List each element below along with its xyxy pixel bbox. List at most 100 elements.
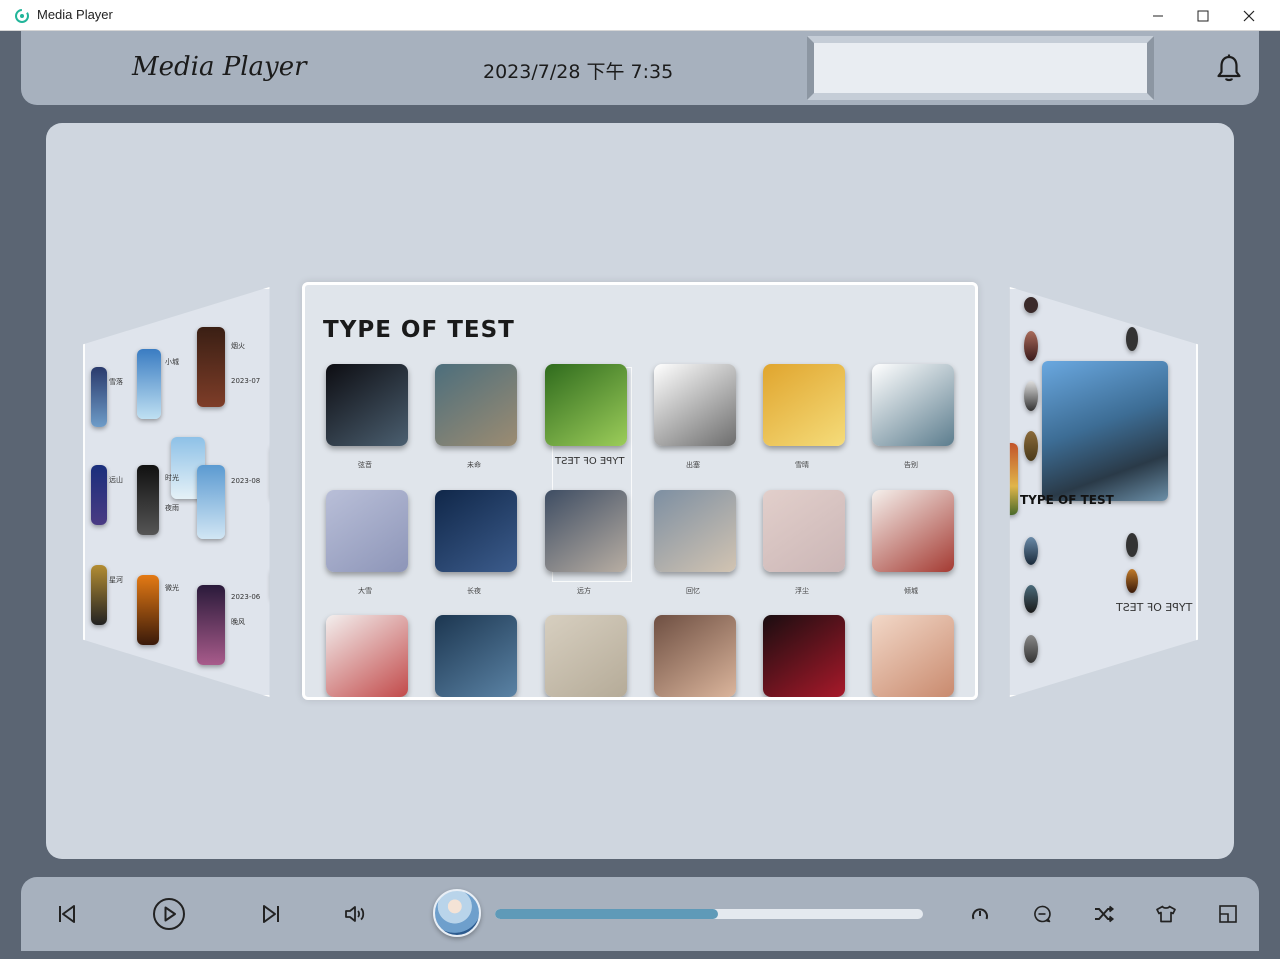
window-resize-icon <box>1219 905 1237 923</box>
album-cover[interactable] <box>763 490 845 572</box>
right-album-tile <box>1126 327 1138 351</box>
album-cover[interactable] <box>654 490 736 572</box>
app-name: Media Player <box>132 52 307 82</box>
album-cover[interactable] <box>872 615 954 697</box>
maximize-icon <box>1197 10 1209 21</box>
left-mirrored-label: TYPE OF TEST <box>261 541 269 559</box>
album-caption: 浮尘 <box>795 587 809 595</box>
skip-next-icon <box>263 905 279 923</box>
volume-button[interactable] <box>341 899 369 929</box>
left-mirrored-label: TYPE OF TEST <box>261 401 269 419</box>
carousel-panel-main[interactable]: TYPE OF TEST 弦音 未命 出塞 雪晴 告别 大雪 长夜 远方 回忆 浮尘 倾城 TYPE… <box>302 282 978 700</box>
left-album-tile <box>91 367 107 427</box>
carousel-stage: 雪落 小城 烟火 2023-07 远山 时光 2023-08 星河 微光 202… <box>46 123 1234 859</box>
now-playing-cover[interactable] <box>433 889 481 937</box>
album-caption: 远方 <box>577 587 591 595</box>
window-title: Media Player <box>37 7 113 22</box>
album-cover[interactable] <box>654 364 736 446</box>
left-album-tile <box>91 465 107 525</box>
album-cover[interactable] <box>763 615 845 697</box>
right-mirrored-label: TYPE OF TEST <box>1116 601 1193 614</box>
album-cover[interactable] <box>545 364 627 446</box>
left-album-tile <box>137 465 159 535</box>
album-cover[interactable] <box>326 490 408 572</box>
right-album-tile <box>1009 443 1018 515</box>
right-album-tile <box>1024 635 1038 663</box>
search-input[interactable] <box>807 36 1154 100</box>
next-button[interactable] <box>257 899 285 929</box>
album-cover[interactable] <box>872 490 954 572</box>
left-panel-text: 雪落 <box>109 378 123 386</box>
datetime-display: 2023/7/28 下午 7:35 <box>483 61 674 83</box>
left-album-tile <box>197 465 225 539</box>
mirrored-label: TYPE OF TEST <box>555 456 625 467</box>
album-caption: 告别 <box>904 461 918 469</box>
right-panel-label: TYPE OF TEST <box>1020 493 1114 507</box>
left-panel-text: 烟火 <box>231 342 245 350</box>
album-cover[interactable] <box>763 364 845 446</box>
album-caption: 弦音 <box>358 461 372 469</box>
close-button[interactable] <box>1226 0 1272 31</box>
previous-button[interactable] <box>53 899 81 929</box>
left-panel-text: 2023-07 <box>231 377 261 385</box>
right-album-tile <box>1126 569 1138 593</box>
album-cover[interactable] <box>435 615 517 697</box>
play-icon <box>153 898 185 930</box>
left-album-tile <box>91 565 107 625</box>
play-button[interactable] <box>151 896 187 932</box>
album-cover[interactable] <box>545 490 627 572</box>
album-caption: 未命 <box>467 461 481 469</box>
right-album-tile <box>1024 297 1038 313</box>
speedometer-icon <box>972 908 988 920</box>
shuffle-button[interactable] <box>1091 901 1117 927</box>
carousel-panel-left[interactable]: 雪落 小城 烟火 2023-07 远山 时光 2023-08 星河 微光 202… <box>83 287 299 697</box>
album-cover[interactable] <box>872 364 954 446</box>
left-panel-text: 夜雨 <box>165 504 179 512</box>
right-album-tile <box>1024 381 1038 411</box>
album-cover[interactable] <box>435 364 517 446</box>
progress-bar[interactable] <box>495 909 923 919</box>
header-bar: Media Player 2023/7/28 下午 7:35 <box>21 31 1259 105</box>
right-album-tile <box>1024 331 1038 361</box>
album-caption: 大雪 <box>358 587 372 595</box>
right-album-tile <box>1126 533 1138 557</box>
album-caption: 回忆 <box>686 587 700 595</box>
album-caption: 雪晴 <box>795 461 809 469</box>
app-logo-icon <box>15 9 29 23</box>
minimize-button[interactable] <box>1135 0 1181 31</box>
album-cover[interactable] <box>435 490 517 572</box>
panel-title: TYPE OF TEST <box>323 317 515 343</box>
left-panel-text: 时光 <box>165 474 179 482</box>
left-panel-text: 2023-08 <box>231 477 261 485</box>
close-icon <box>1243 10 1255 21</box>
skin-button[interactable] <box>1153 901 1179 927</box>
tshirt-icon <box>1156 905 1176 923</box>
right-album-tile <box>1024 585 1038 613</box>
left-panel-text: 晚风 <box>231 618 245 626</box>
maximize-button[interactable] <box>1180 0 1226 31</box>
comments-button[interactable] <box>1029 901 1055 927</box>
album-cover[interactable] <box>654 615 736 697</box>
left-album-tile <box>271 443 299 501</box>
album-cover[interactable] <box>545 615 627 697</box>
left-panel-inner: 雪落 小城 烟火 2023-07 远山 时光 2023-08 星河 微光 202… <box>85 327 299 665</box>
right-album-tile <box>1024 431 1038 461</box>
album-caption: 长夜 <box>467 587 481 595</box>
left-panel-text: 小城 <box>165 358 179 366</box>
left-album-tile <box>197 327 225 407</box>
left-album-tile <box>137 575 159 645</box>
album-cover[interactable] <box>326 364 408 446</box>
right-album-tile <box>1024 537 1038 565</box>
left-panel-text: 星河 <box>109 576 123 584</box>
bell-icon[interactable] <box>1215 53 1243 83</box>
window-titlebar: Media Player <box>0 0 1280 31</box>
volume-icon <box>345 906 365 922</box>
left-panel-text: 2023-06 <box>231 593 261 601</box>
speed-button[interactable] <box>967 901 993 927</box>
carousel-panel-right[interactable]: TYPE OF TEST TYPE OF TEST <box>1009 287 1198 697</box>
left-album-tile <box>137 349 161 419</box>
left-panel-text: 远山 <box>109 476 123 484</box>
mini-mode-button[interactable] <box>1215 901 1241 927</box>
left-panel-text: 微光 <box>165 584 179 592</box>
album-cover[interactable] <box>326 615 408 697</box>
